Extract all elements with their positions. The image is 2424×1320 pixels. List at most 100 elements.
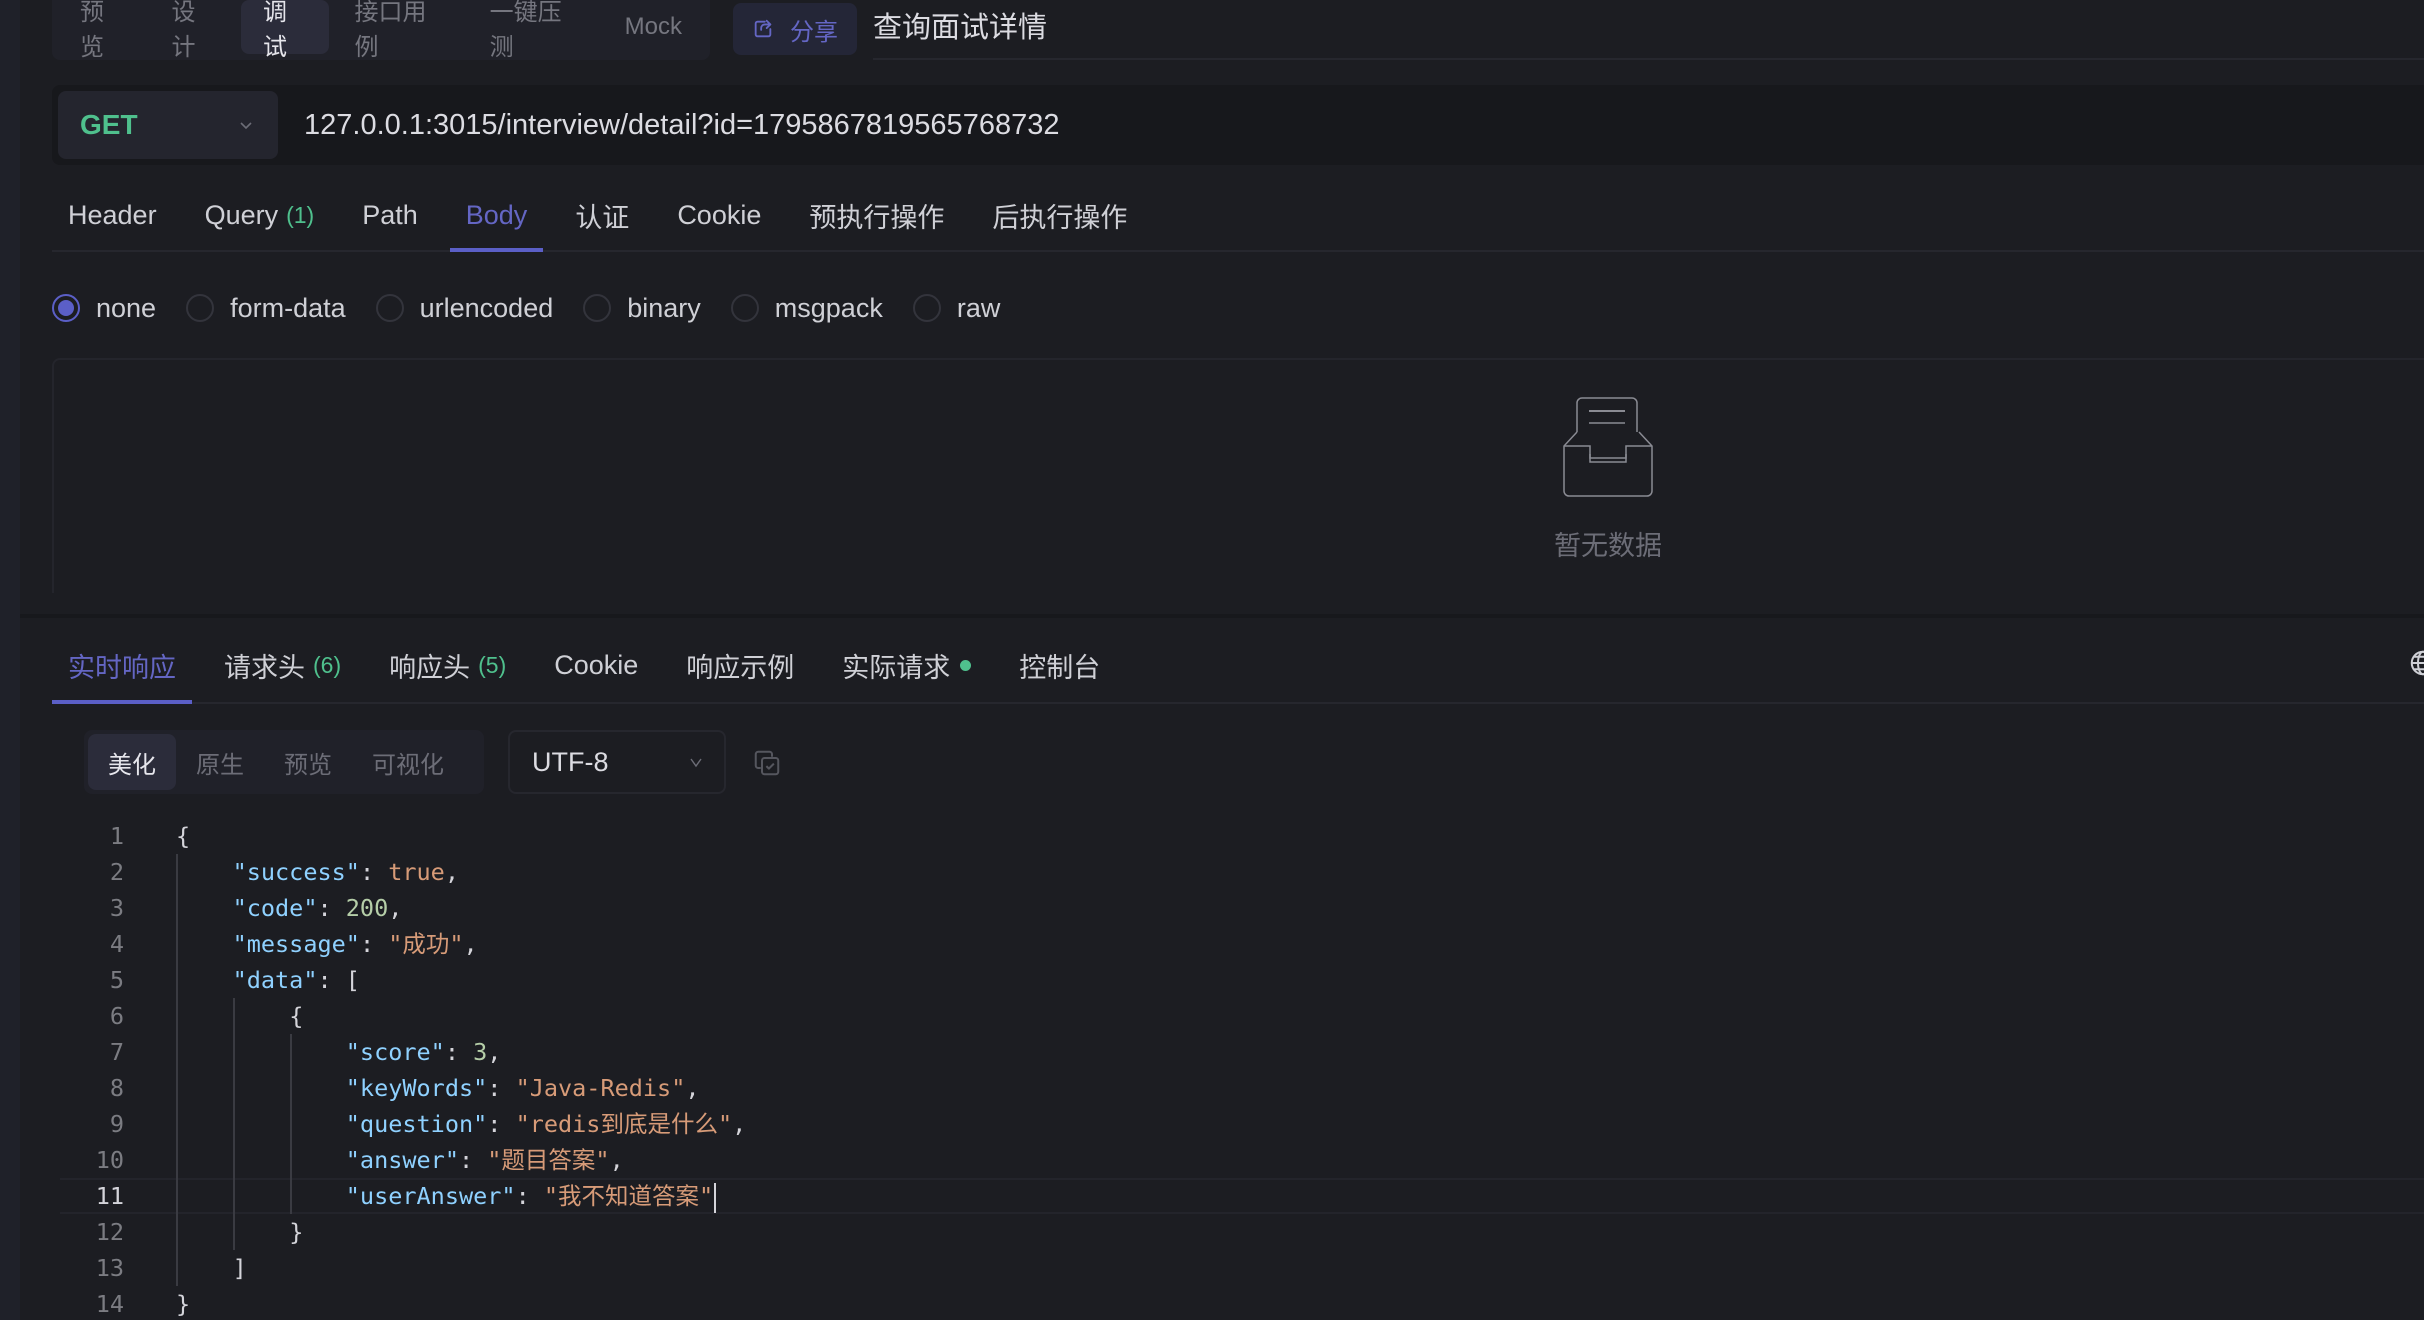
copy-icon[interactable] — [752, 748, 782, 778]
share-button[interactable]: 分享 — [733, 3, 857, 55]
code-text: ] — [176, 1250, 247, 1286]
tab-count-badge: (5) — [478, 651, 507, 678]
code-token: "code" — [232, 894, 318, 922]
body-type-radio[interactable]: msgpack — [730, 292, 883, 324]
radio-circle[interactable] — [186, 294, 215, 322]
tab-label: 请求头 — [224, 652, 305, 683]
code-token: : — [515, 1182, 544, 1210]
body-type-radio[interactable]: none — [52, 293, 156, 324]
method-label: GET — [80, 109, 138, 140]
method-select[interactable]: GET — [58, 91, 278, 159]
code-line: 5 "data": [ — [60, 962, 2424, 998]
code-text: "data": [ — [176, 962, 360, 998]
tab-label: 实时响应 — [68, 652, 176, 683]
line-number: 8 — [109, 1074, 124, 1102]
radio-label: form-data — [230, 292, 346, 323]
tab-label: Cookie — [677, 199, 762, 230]
request-tab[interactable]: Body — [449, 180, 544, 252]
code-token: } — [176, 1290, 191, 1318]
body-type-radio[interactable]: form-data — [186, 293, 346, 324]
line-number: 1 — [109, 822, 124, 850]
response-tab[interactable]: Cookie — [538, 628, 654, 702]
mode-tab[interactable]: 预览 — [58, 0, 146, 61]
radio-circle[interactable] — [912, 294, 941, 322]
code-token: "question" — [345, 1110, 488, 1138]
view-mode-tab[interactable]: 预览 — [264, 734, 352, 790]
response-body-editor[interactable]: 1{2 "success": true, 3 "code": 200, 4 "mes… — [60, 818, 2424, 1320]
code-token: , — [732, 1110, 747, 1138]
mode-tab[interactable]: 一键压测 — [468, 0, 599, 61]
indent-guide — [176, 854, 178, 1286]
code-token: "我不知道答案" — [543, 1182, 714, 1210]
code-text: "code": 200, — [176, 890, 403, 926]
code-text: "message": "成功", — [176, 926, 478, 962]
code-token: "score" — [345, 1038, 445, 1066]
line-number: 11 — [95, 1182, 124, 1210]
response-tab[interactable]: 实时响应 — [52, 628, 192, 704]
code-token: { — [289, 1002, 304, 1030]
tab-label: Path — [362, 199, 418, 230]
indent-guide — [232, 998, 235, 1250]
radio-label: urlencoded — [419, 292, 554, 323]
text-cursor — [714, 1182, 717, 1213]
code-token: "成功" — [388, 930, 464, 958]
code-token: : — [487, 1074, 516, 1102]
page-title: 查询面试详情 — [873, 12, 1048, 44]
response-tab[interactable]: 控制台 — [1003, 628, 1116, 702]
response-tab[interactable]: 响应示例 — [670, 628, 810, 702]
code-line: 8 "keyWords": "Java-Redis", — [60, 1070, 2424, 1106]
radio-circle[interactable] — [730, 294, 759, 322]
code-token: ] — [232, 1254, 247, 1282]
response-tab[interactable]: 实际请求 — [826, 628, 987, 702]
code-line: 9 "question": "redis到底是什么", — [60, 1106, 2424, 1142]
view-mode-tab[interactable]: 可视化 — [352, 734, 464, 790]
body-type-radio[interactable]: raw — [912, 293, 1000, 324]
code-token: : — [359, 930, 389, 958]
request-tab[interactable]: Header — [52, 180, 173, 250]
code-token: "题目答案" — [487, 1146, 610, 1174]
mode-tab[interactable]: 接口用例 — [333, 0, 464, 61]
response-tab[interactable]: 响应头 (5) — [373, 628, 522, 702]
code-token: { — [176, 822, 191, 850]
radio-circle[interactable] — [583, 294, 612, 322]
radio-circle[interactable] — [52, 294, 80, 322]
mode-tab[interactable]: 设计 — [150, 0, 238, 61]
code-token: , — [388, 894, 403, 922]
view-mode-tab[interactable]: 美化 — [88, 734, 176, 790]
empty-state-text: 暂无数据 — [1554, 531, 1662, 561]
title-divider — [873, 58, 2424, 60]
code-line: 1{ — [60, 818, 2424, 854]
code-token: "data" — [232, 966, 318, 994]
tab-label: 认证 — [575, 202, 630, 233]
request-tab[interactable]: 预执行操作 — [793, 180, 960, 250]
body-type-radio[interactable]: urlencoded — [375, 292, 554, 324]
body-type-radio[interactable]: binary — [583, 293, 701, 324]
radio-label: msgpack — [774, 292, 883, 323]
code-line: 10 "answer": "题目答案", — [60, 1142, 2424, 1178]
code-token: : — [458, 1146, 488, 1174]
line-number: 3 — [109, 894, 124, 922]
tab-label: 响应示例 — [686, 652, 795, 683]
url-input[interactable] — [304, 97, 2104, 153]
request-tab[interactable]: 认证 — [559, 180, 645, 250]
view-mode-tab[interactable]: 原生 — [176, 734, 264, 790]
tab-label: Header — [68, 199, 157, 230]
code-text: { — [176, 998, 303, 1034]
radio-circle[interactable] — [375, 294, 404, 322]
chevron-down-icon — [240, 122, 252, 130]
mode-tab[interactable]: 调试 — [241, 0, 329, 61]
request-tab[interactable]: Path — [346, 180, 434, 250]
mode-tab[interactable]: Mock — [603, 0, 704, 54]
request-tab[interactable]: Cookie — [661, 180, 777, 250]
code-token: "redis到底是什么" — [515, 1110, 733, 1138]
tab-label: Cookie — [554, 649, 639, 680]
request-tab[interactable]: 后执行操作 — [976, 180, 1143, 250]
request-tab[interactable]: Query (1) — [189, 180, 331, 250]
response-tab[interactable]: 请求头 (6) — [208, 628, 357, 702]
encoding-select[interactable]: UTF-8 — [508, 730, 726, 794]
code-token: "Java-Redis" — [515, 1074, 686, 1102]
code-line: 7 "score": 3, — [60, 1034, 2424, 1070]
code-token: : [ — [317, 966, 360, 994]
panel-splitter[interactable] — [20, 614, 2424, 618]
globe-icon[interactable] — [2408, 648, 2424, 678]
